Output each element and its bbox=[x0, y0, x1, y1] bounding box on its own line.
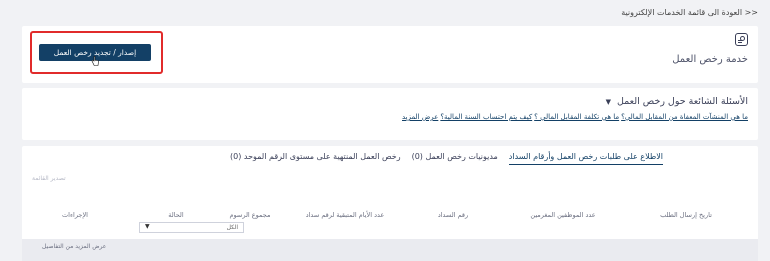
col-status: الحالة bbox=[168, 211, 184, 219]
view-details-link[interactable]: عرض المزيد من التفاصيل bbox=[42, 243, 106, 250]
back-link[interactable]: << العودة الى قائمة الخدمات الإلكترونية bbox=[621, 8, 758, 17]
service-card: خدمة رخص العمل إصدار / تجديد رخص العمل bbox=[22, 26, 758, 83]
id-card-icon bbox=[735, 33, 748, 46]
faq-links: ما هي المنشآت المعفاة من المقابل المالي؟… bbox=[402, 113, 748, 121]
col-actions: الإجراءات bbox=[62, 211, 88, 219]
page-title: خدمة رخص العمل bbox=[672, 54, 748, 65]
caret-down-icon: ▼ bbox=[145, 223, 150, 230]
tab-work-permit-debts[interactable]: مديونيات رخص العمل (0) bbox=[412, 152, 498, 165]
faq-link-show-more[interactable]: عرض المزيد bbox=[402, 113, 438, 121]
export-list-button[interactable]: تصدير القائمة bbox=[32, 175, 66, 182]
status-filter-value: الكل bbox=[226, 224, 238, 231]
col-request-date: تاريخ إرسال الطلب bbox=[660, 211, 712, 219]
tabs: الاطلاع على طلبات رخص العمل وأرقام السدا… bbox=[230, 152, 663, 165]
faq-link-fee-cost[interactable]: ما هي تكلفة المقابل المالي ؟ bbox=[534, 113, 619, 121]
faq-toggle[interactable]: الأسئلة الشائعة حول رخص العمل ▼ bbox=[606, 96, 748, 107]
tab-expired-permits[interactable]: رخص العمل المنتهية على مستوى الرقم الموح… bbox=[230, 152, 401, 165]
faq-link-fiscal-year[interactable]: كيف يتم احتساب السنة المالية؟ bbox=[440, 113, 532, 121]
col-fined-employees: عدد الموظفين المغرمين bbox=[530, 211, 596, 219]
hand-cursor-icon bbox=[91, 56, 99, 66]
requests-card: الاطلاع على طلبات رخص العمل وأرقام السدا… bbox=[22, 146, 758, 261]
tab-requests-payment-numbers[interactable]: الاطلاع على طلبات رخص العمل وأرقام السدا… bbox=[508, 152, 663, 165]
faq-card: الأسئلة الشائعة حول رخص العمل ▼ ما هي ال… bbox=[22, 88, 758, 140]
col-remaining-days: عدد الأيام المتبقية لرقم سداد bbox=[305, 211, 385, 219]
table-header: تاريخ إرسال الطلب عدد الموظفين المغرمين … bbox=[22, 199, 758, 237]
chevron-down-icon: ▼ bbox=[605, 98, 611, 106]
faq-title: الأسئلة الشائعة حول رخص العمل bbox=[616, 96, 748, 107]
col-total-fees: مجموع الرسوم bbox=[229, 211, 271, 219]
highlight-box: إصدار / تجديد رخص العمل bbox=[30, 31, 163, 74]
col-payment-number: رقم السداد bbox=[437, 211, 469, 219]
status-filter-select[interactable]: الكل ▼ bbox=[139, 222, 244, 233]
faq-link-exempt-establishments[interactable]: ما هي المنشآت المعفاة من المقابل المالي؟ bbox=[621, 113, 748, 121]
table-row: عرض المزيد من التفاصيل bbox=[22, 239, 758, 261]
